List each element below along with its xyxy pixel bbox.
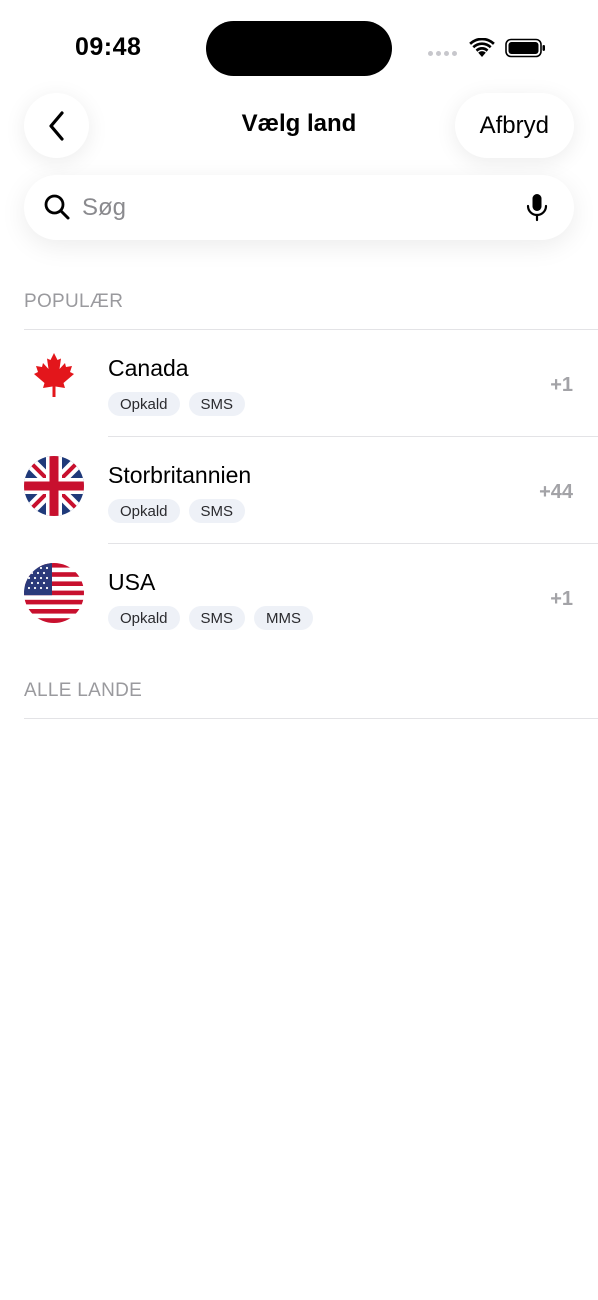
cancel-button[interactable]: Afbryd bbox=[454, 93, 574, 158]
section-header-all: ALLE LANDE bbox=[24, 680, 143, 701]
status-bar: 09:48 bbox=[0, 0, 598, 90]
country-row-canada[interactable]: Canada Opkald SMS +1 bbox=[0, 330, 598, 437]
dial-code: +1 bbox=[550, 374, 573, 396]
country-row-uk[interactable]: Storbritannien Opkald SMS +44 bbox=[0, 437, 598, 544]
country-name: USA bbox=[108, 569, 156, 595]
wifi-icon bbox=[469, 38, 495, 57]
search-icon bbox=[44, 194, 70, 220]
capability-tags: Opkald SMS bbox=[108, 499, 246, 523]
tag-sms: SMS bbox=[188, 392, 246, 416]
tag-sms: SMS bbox=[188, 499, 246, 523]
dial-code: +44 bbox=[539, 481, 573, 503]
section-header-popular: POPULÆR bbox=[24, 291, 124, 312]
canada-flag-icon bbox=[24, 349, 84, 409]
tag-calls: Opkald bbox=[108, 392, 180, 416]
tag-mms: MMS bbox=[254, 606, 314, 630]
status-time: 09:48 bbox=[75, 33, 142, 61]
search-bar[interactable] bbox=[24, 175, 574, 240]
search-input[interactable] bbox=[82, 191, 512, 225]
capability-tags: Opkald SMS bbox=[108, 392, 246, 416]
divider bbox=[24, 718, 598, 719]
dial-code: +1 bbox=[550, 588, 573, 610]
microphone-icon[interactable] bbox=[524, 193, 550, 223]
capability-tags: Opkald SMS MMS bbox=[108, 606, 314, 630]
dynamic-island bbox=[206, 21, 392, 76]
tag-calls: Opkald bbox=[108, 606, 180, 630]
country-name: Storbritannien bbox=[108, 462, 252, 488]
tag-sms: SMS bbox=[188, 606, 246, 630]
usa-flag-icon bbox=[24, 563, 84, 623]
cellular-signal-icon bbox=[428, 51, 457, 56]
battery-icon bbox=[505, 38, 545, 58]
country-name: Canada bbox=[108, 355, 189, 381]
uk-flag-icon bbox=[24, 456, 84, 516]
country-row-usa[interactable]: USA Opkald SMS MMS +1 bbox=[0, 544, 598, 651]
tag-calls: Opkald bbox=[108, 499, 180, 523]
